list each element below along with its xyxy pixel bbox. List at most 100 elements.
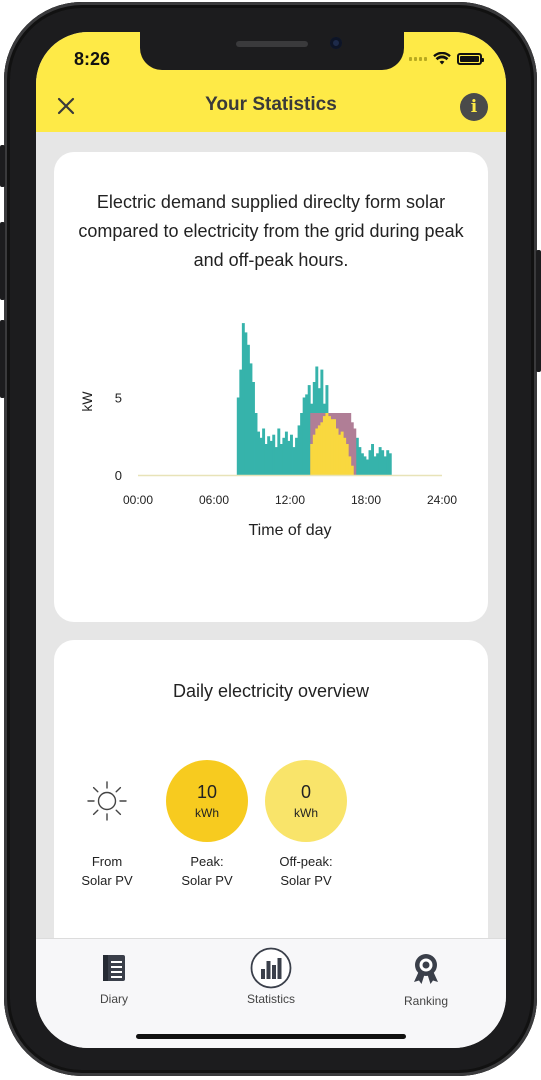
peak-circle: 10 kWh	[166, 760, 248, 842]
sun-icon	[87, 781, 127, 821]
power-button	[536, 250, 541, 372]
demand-bar	[368, 450, 372, 475]
demand-bar	[305, 394, 309, 475]
solar-bar	[325, 413, 329, 475]
demand-bar	[378, 447, 382, 475]
solar-bar	[340, 431, 344, 475]
solar-bar	[315, 428, 319, 475]
demand-bar	[300, 413, 304, 475]
demand-bar	[297, 425, 301, 475]
overview-title: Daily electricity overview	[172, 681, 370, 701]
off-peak-circle: 0 kWh	[265, 760, 347, 842]
demand-bar	[302, 397, 306, 475]
demand-bar	[284, 431, 288, 475]
solar-bar	[345, 444, 349, 475]
demand-bar	[269, 440, 273, 475]
solar-bar	[310, 444, 314, 475]
demand-bar	[373, 456, 377, 475]
demand-bar	[307, 385, 311, 475]
demand-bar	[277, 428, 281, 475]
demand-bar	[264, 444, 268, 475]
demand-bar	[363, 456, 367, 475]
demand-bar	[388, 453, 392, 475]
solar-bar	[320, 422, 324, 475]
demand-bar	[274, 447, 278, 475]
solar-bar	[312, 434, 316, 475]
solar-bar	[350, 465, 354, 475]
demand-bar	[295, 437, 298, 475]
demand-bar	[366, 459, 369, 475]
demand-bar	[383, 456, 387, 475]
x-tick-label: 18:00	[351, 493, 381, 507]
metric-caption: Off-peak: Solar PV	[279, 854, 333, 888]
x-tick-label: 00:00	[123, 493, 153, 507]
demand-bar	[290, 434, 293, 475]
speaker-grille	[236, 41, 308, 47]
demand-bar	[252, 382, 255, 475]
volume-down-button	[0, 320, 5, 398]
solar-bar	[335, 428, 339, 475]
x-tick-label: 24:00	[427, 493, 457, 507]
nav-label-ranking: Ranking	[403, 994, 449, 1008]
x-tick-labels: 00:00 06:00 12:00 18:00 24:00	[123, 493, 457, 507]
solar-bar	[322, 416, 326, 475]
off-peak-unit: kWh	[294, 806, 318, 820]
metric-caption: Peak: Solar PV	[181, 854, 233, 888]
chart-description: Electric demand supplied direclty form s…	[78, 192, 464, 270]
demand-bar	[244, 332, 248, 475]
y-axis-label: kW	[79, 391, 95, 412]
sun-icon-wrap	[66, 760, 148, 842]
demand-bar	[386, 450, 390, 475]
y-tick-labels: 05	[115, 391, 122, 484]
mute-switch	[0, 145, 5, 187]
bottom-nav: Diary Statistics Ranking	[36, 938, 506, 1048]
volume-up-button	[0, 222, 5, 300]
nav-label-diary: Diary	[99, 992, 128, 1006]
grid-bar	[353, 428, 357, 475]
app-screen: 8:26 Your Statistics i Electric demand s…	[36, 32, 506, 1048]
off-peak-value: 0	[300, 782, 311, 802]
y-tick-label: 5	[115, 391, 122, 406]
x-tick-label: 12:00	[275, 493, 305, 507]
demand-bar	[239, 369, 243, 475]
nav-label-statistics: Statistics	[246, 992, 295, 1006]
wifi-icon	[433, 52, 451, 65]
demand-bar	[262, 428, 266, 475]
metric-peak: 10 kWh Peak: Solar PV	[162, 760, 252, 890]
page-title: Your Statistics	[205, 94, 337, 115]
metric-caption: From Solar PV	[81, 854, 133, 888]
demand-bar	[292, 447, 296, 475]
overview-card: Daily electricity overview From Solar PV…	[54, 640, 488, 970]
peak-unit: kWh	[195, 806, 219, 820]
statistics-icon	[250, 947, 292, 989]
ranking-icon	[414, 954, 438, 984]
metric-solar-pv: From Solar PV	[62, 760, 152, 890]
solar-bar	[348, 456, 352, 475]
demand-bar	[272, 434, 276, 475]
demand-bar	[360, 453, 364, 475]
demand-bar	[282, 437, 286, 475]
demand-bar	[249, 363, 253, 475]
chart-card: Electric demand supplied direclty form s…	[54, 152, 488, 622]
demand-bar	[371, 444, 374, 475]
demand-bar	[358, 447, 362, 475]
nav-item-diary[interactable]: Diary	[64, 953, 164, 1006]
nav-item-statistics[interactable]: Statistics	[221, 947, 321, 1006]
x-tick-label: 06:00	[199, 493, 229, 507]
demand-bar	[376, 453, 380, 475]
front-camera	[330, 37, 342, 49]
demand-chart: 00:00 06:00 12:00 18:00 24:00 05 Time of day…	[79, 323, 457, 539]
nav-item-ranking[interactable]: Ranking	[376, 953, 476, 1008]
metric-off-peak: 0 kWh Off-peak: Solar PV	[261, 760, 351, 890]
demand-bar	[267, 436, 271, 475]
demand-bar	[257, 431, 260, 475]
diary-icon	[103, 955, 125, 981]
info-button[interactable]: i	[460, 93, 488, 121]
demand-bar	[381, 450, 385, 475]
demand-bar	[355, 437, 359, 475]
signal-icon	[409, 56, 427, 61]
solar-bar	[328, 416, 331, 475]
y-tick-label: 0	[115, 468, 122, 483]
status-time: 8:26	[74, 49, 111, 69]
demand-bar	[259, 437, 263, 475]
